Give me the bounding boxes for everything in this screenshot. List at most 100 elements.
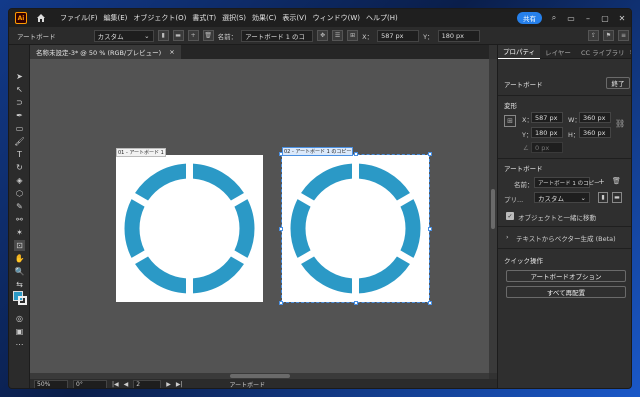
preset-select[interactable]: カスタム ⌄ <box>93 29 154 42</box>
flag-icon[interactable]: ⚑ <box>603 30 614 41</box>
stroke-swatch[interactable] <box>18 296 27 305</box>
eraser-tool-icon[interactable]: ◈ <box>14 175 25 186</box>
shape-builder-tool-icon[interactable]: ⬡ <box>14 188 25 199</box>
ring-segment[interactable] <box>234 199 255 258</box>
first-artboard-icon[interactable]: |◀ <box>112 381 119 388</box>
edit-toolbar-icon[interactable]: ⋯ <box>14 339 25 350</box>
zoom-tool-icon[interactable]: 🔍 <box>14 266 25 277</box>
y-field[interactable]: 180 px <box>531 127 563 138</box>
hand-tool-icon[interactable]: ✋ <box>14 253 25 264</box>
panel-menu-icon[interactable]: ≡ <box>618 30 629 41</box>
zoom-select[interactable]: 50% <box>34 380 68 388</box>
tab-cc-libraries[interactable]: CC ライブラリ <box>576 45 630 59</box>
ring-graphic-1[interactable] <box>116 155 263 302</box>
status-mode[interactable]: アートボード <box>230 380 266 388</box>
prev-artboard-icon[interactable]: ◀ <box>124 381 129 388</box>
ring-segment[interactable] <box>135 256 187 294</box>
menu-effect[interactable]: 効果(C) <box>249 13 279 23</box>
ring-segment[interactable] <box>192 256 244 294</box>
menu-edit[interactable]: 編集(E) <box>101 13 131 23</box>
reference-point-icon[interactable]: ⊞ <box>347 30 359 41</box>
landscape-icon[interactable]: ▬ <box>612 192 622 203</box>
move-with-artwork-icon[interactable]: ✥ <box>317 30 329 41</box>
pen-tool-icon[interactable]: ✒ <box>14 110 25 121</box>
share-button[interactable]: 共有 <box>517 12 542 24</box>
artboard-name-field[interactable]: アートボード 1 のコピー <box>534 177 600 188</box>
menu-view[interactable]: 表示(V) <box>279 13 309 23</box>
delete-artboard-icon[interactable]: 🗑 <box>612 177 621 185</box>
resize-handle-ne[interactable] <box>428 152 432 156</box>
resize-handle-se[interactable] <box>428 301 432 305</box>
resize-handle-e[interactable] <box>428 227 432 231</box>
resize-handle-w[interactable] <box>279 227 283 231</box>
tab-properties[interactable]: プロパティ <box>498 44 541 59</box>
landscape-icon[interactable]: ▬ <box>172 30 184 41</box>
resize-handle-sw[interactable] <box>279 301 283 305</box>
rectangle-tool-icon[interactable]: ▭ <box>14 123 25 134</box>
y-field[interactable]: 180 px <box>437 29 480 42</box>
chevron-right-icon[interactable]: › <box>506 233 509 241</box>
artboard-name-field[interactable]: アートボード 1 のコ <box>241 29 314 42</box>
tab-layers[interactable]: レイヤー <box>540 45 576 59</box>
menu-select[interactable]: 選択(S) <box>219 13 249 23</box>
portrait-icon[interactable]: ▮ <box>157 30 169 41</box>
ring-segment[interactable] <box>135 163 187 201</box>
panel-menu-icon[interactable]: ≡ <box>630 48 631 56</box>
swap-fill-stroke-icon[interactable]: ⇆ <box>14 279 25 290</box>
lasso-tool-icon[interactable]: ⊃ <box>14 97 25 108</box>
search-icon[interactable]: ⌕ <box>549 13 559 23</box>
home-icon[interactable] <box>35 12 47 24</box>
arrange-documents-icon[interactable]: ▭ <box>566 14 576 23</box>
type-tool-icon[interactable]: T <box>14 149 25 160</box>
screen-mode-icon[interactable]: ▣ <box>14 326 25 337</box>
w-field[interactable]: 360 px <box>579 112 611 123</box>
ring-segment[interactable] <box>192 163 244 201</box>
symbol-sprayer-tool-icon[interactable]: ✶ <box>14 227 25 238</box>
done-button[interactable]: 終了 <box>606 77 630 89</box>
artboard-tool-icon[interactable]: ⊡ <box>14 240 25 251</box>
menu-help[interactable]: ヘルプ(H) <box>363 13 401 23</box>
artboard-2-label[interactable]: 02 - アートボード 1 のコピー <box>282 147 354 156</box>
artboard-1-label[interactable]: 01 - アートボード 1 <box>116 148 166 157</box>
h-field[interactable]: 360 px <box>579 127 611 138</box>
vertical-scrollbar[interactable] <box>489 59 497 373</box>
new-artboard-icon[interactable]: + <box>598 177 605 186</box>
preset-select[interactable]: カスタム ⌄ <box>534 192 590 203</box>
text-to-vector-label[interactable]: テキストからベクター生成 (Beta) <box>516 233 616 243</box>
share-for-review-icon[interactable]: ⇪ <box>588 30 599 41</box>
artboard-1[interactable] <box>116 155 263 302</box>
paintbrush-tool-icon[interactable]: 🖌 <box>14 136 25 147</box>
artboard-index-select[interactable]: 2 <box>133 380 162 388</box>
canvas[interactable]: 01 - アートボード 1 02 - アートボード 1 のコピー <box>30 59 489 373</box>
maximize-button[interactable]: ▢ <box>600 14 610 23</box>
rearrange-all-button[interactable]: すべて再配置 <box>506 286 626 298</box>
move-with-artwork-checkbox[interactable]: ✓ <box>506 212 514 220</box>
menu-object[interactable]: オブジェクト(O) <box>130 13 189 23</box>
next-artboard-icon[interactable]: ▶ <box>166 381 171 388</box>
document-tab[interactable]: 名称未設定-3* @ 50 % (RGB/プレビュー) × <box>30 45 181 59</box>
selection-tool-icon[interactable]: ➤ <box>14 71 25 82</box>
link-icon[interactable]: ⛓ <box>615 119 625 128</box>
portrait-icon[interactable]: ▮ <box>598 192 608 203</box>
menu-window[interactable]: ウィンドウ(W) <box>310 13 363 23</box>
delete-artboard-icon[interactable]: 🗑 <box>202 30 214 41</box>
eyedropper-tool-icon[interactable]: ✎ <box>14 201 25 212</box>
close-button[interactable]: ✕ <box>617 14 627 23</box>
new-artboard-icon[interactable]: + <box>187 30 199 41</box>
x-field[interactable]: 587 px <box>531 112 563 123</box>
last-artboard-icon[interactable]: ▶| <box>176 381 183 388</box>
menu-type[interactable]: 書式(T) <box>189 13 219 23</box>
draw-mode-icon[interactable]: ◎ <box>14 313 25 324</box>
direct-selection-tool-icon[interactable]: ↖ <box>14 84 25 95</box>
artboard-options-button[interactable]: アートボードオプション <box>506 270 626 282</box>
angle-field[interactable]: 0 px <box>531 142 563 153</box>
resize-handle-n[interactable] <box>354 152 358 156</box>
x-field[interactable]: 587 px <box>377 29 420 42</box>
rotation-select[interactable]: 0° <box>73 380 107 388</box>
close-icon[interactable]: × <box>169 48 174 56</box>
resize-handle-s[interactable] <box>354 301 358 305</box>
reference-point-icon[interactable]: ⊞ <box>504 115 516 127</box>
ring-segment[interactable] <box>124 199 145 258</box>
rotate-tool-icon[interactable]: ↻ <box>14 162 25 173</box>
menu-file[interactable]: ファイル(F) <box>57 13 101 23</box>
